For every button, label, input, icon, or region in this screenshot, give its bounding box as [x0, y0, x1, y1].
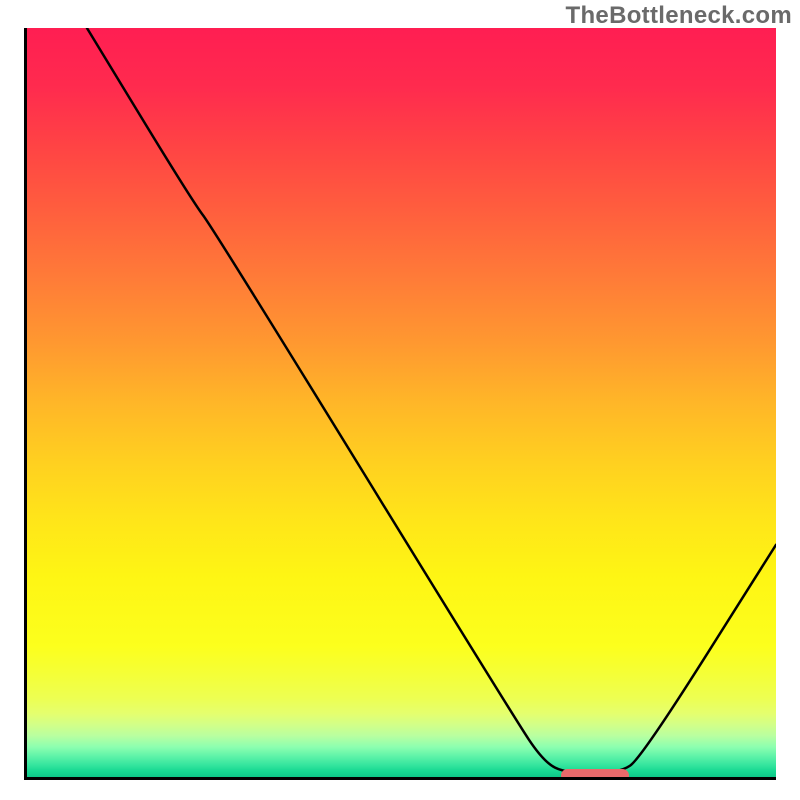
watermark-text: TheBottleneck.com	[566, 2, 792, 30]
chart-container: TheBottleneck.com	[0, 0, 800, 800]
bottleneck-curve	[27, 28, 776, 777]
plot-area	[24, 28, 776, 780]
trough-marker	[561, 769, 629, 780]
